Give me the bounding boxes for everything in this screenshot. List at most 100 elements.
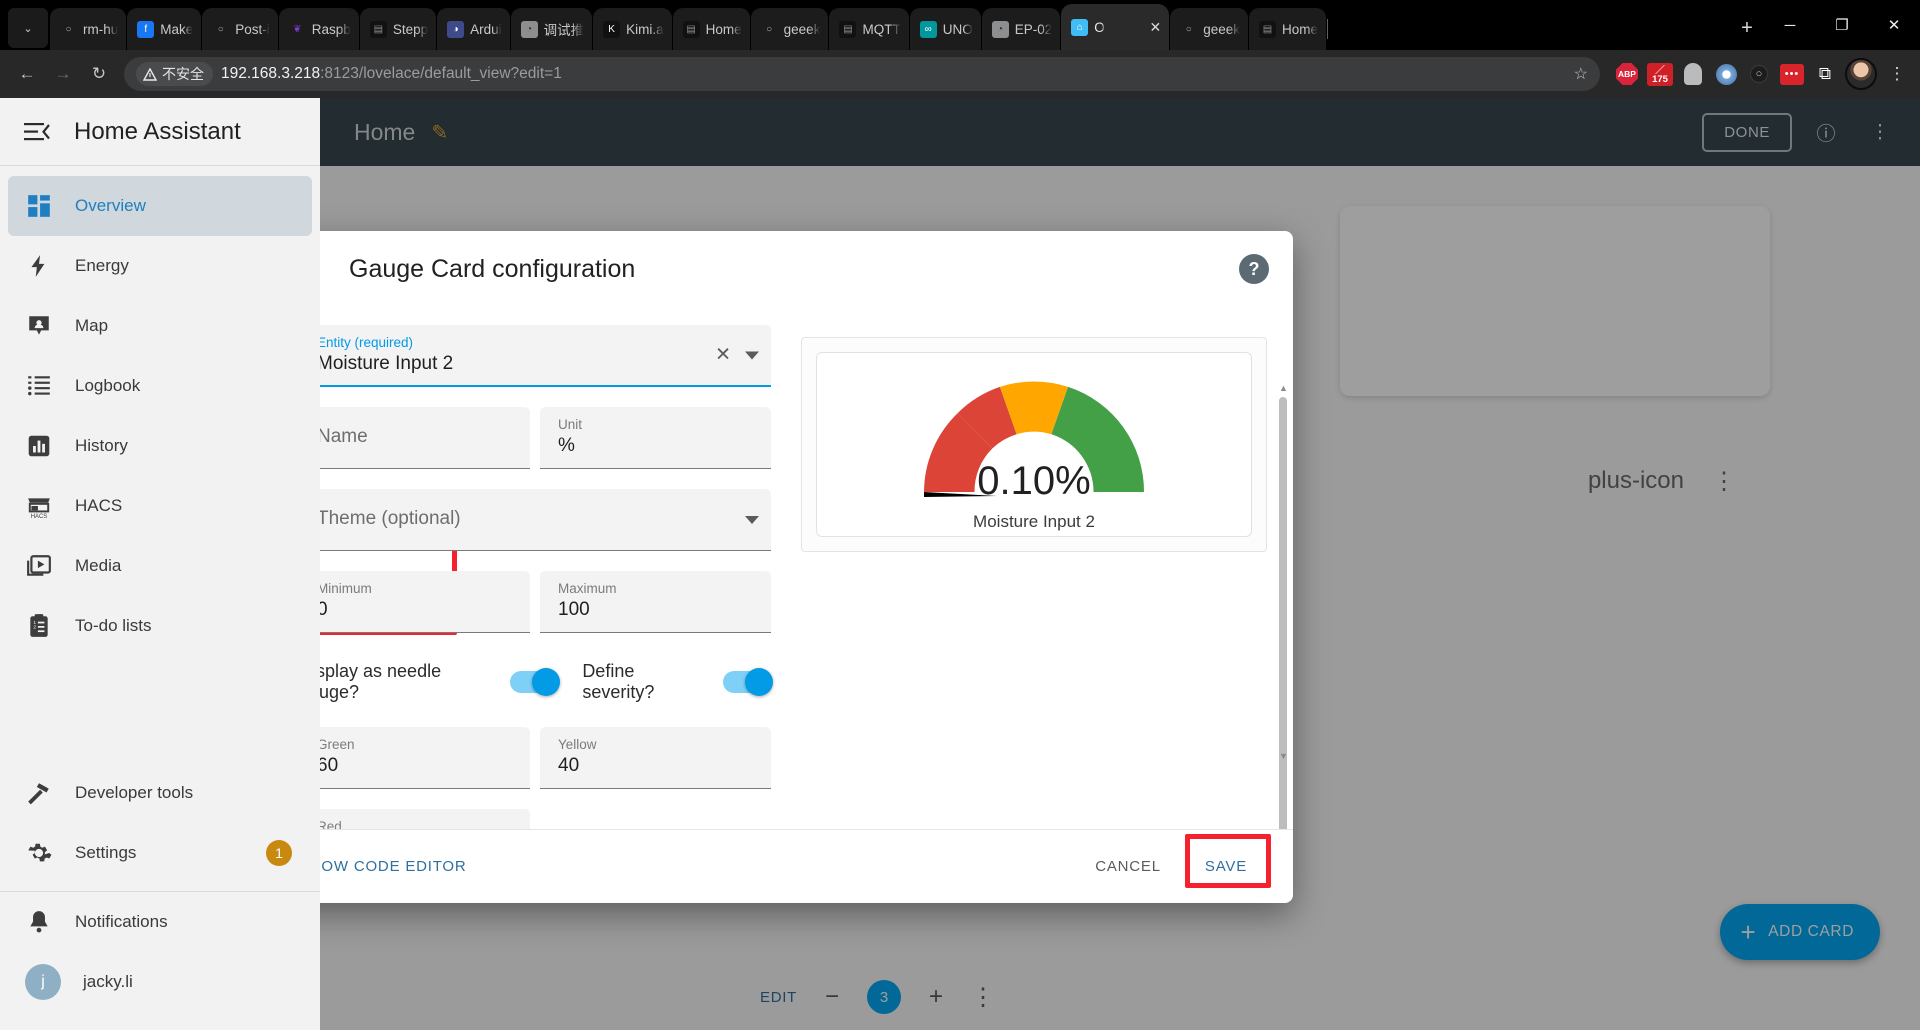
entity-field-label: Entity (required) (317, 335, 414, 350)
maximize-button[interactable]: ❐ (1816, 0, 1868, 50)
browser-tab-9[interactable]: ○ geeek (750, 8, 831, 50)
forward-button[interactable]: → (46, 57, 80, 91)
password-extension-icon[interactable]: ••• (1779, 61, 1805, 87)
sidebar-item-map[interactable]: Map (8, 296, 312, 356)
profile-avatar[interactable] (1845, 58, 1877, 90)
minimize-button[interactable]: ─ (1764, 0, 1816, 50)
sidebar-item-developer-tools[interactable]: Developer tools (8, 763, 312, 823)
browser-tab-0[interactable]: ○ rm-hu (50, 8, 129, 50)
view-dashboard-icon (25, 192, 53, 220)
browser-menu-icon[interactable]: ⋮ (1884, 64, 1910, 84)
clipboard-list-icon: 12 (25, 612, 53, 640)
reload-button[interactable]: ↻ (82, 57, 116, 91)
needle-gauge-toggle[interactable] (510, 668, 561, 696)
browser-tab-14[interactable]: ○ geeek (1170, 8, 1250, 50)
dialog-footer-actions: CANCEL SAVE (1085, 834, 1271, 888)
define-severity-toggle[interactable] (723, 668, 773, 696)
sidebar-item-label: To-do lists (75, 616, 152, 635)
yellow-field-label: Yellow (558, 737, 597, 752)
theme-field-placeholder: Theme (optional) (317, 508, 461, 529)
cancel-button[interactable]: CANCEL (1085, 850, 1171, 883)
maximum-field[interactable]: Maximum 100 (540, 571, 771, 633)
sidebar-item-notifications[interactable]: Notifications (8, 892, 312, 952)
maximum-field-value: 100 (558, 599, 590, 620)
browser-tab-11[interactable]: ∞ UNO (909, 8, 983, 50)
sidebar-item-user[interactable]: j jacky.li (8, 952, 312, 1012)
hacs-store-icon: HACS (28, 498, 50, 519)
sidebar-item-settings[interactable]: Settings 1 (8, 823, 312, 883)
new-tab-button[interactable]: + (1730, 11, 1764, 45)
sidebar-items: Overview Energy Map Logbook History HACS HACS M… (0, 166, 320, 656)
tab-label: Ardui (470, 21, 502, 37)
browser-tab-3[interactable]: ❦ Raspb (278, 8, 361, 50)
browser-tab-8[interactable]: ▤ Home (672, 8, 752, 50)
tab-search-button[interactable]: ⌄ (8, 8, 48, 48)
browser-tab-13[interactable]: ⌂ O ✕ (1061, 4, 1170, 50)
unit-field[interactable]: Unit % (540, 407, 771, 469)
browser-tab-4[interactable]: ▤ Stepp (359, 8, 439, 50)
sidebar-title: Home Assistant (74, 117, 241, 145)
opera-shape (1715, 63, 1737, 85)
scroll-down-arrow[interactable]: ▼ (1279, 751, 1288, 761)
green-field[interactable]: Green 60 (299, 727, 530, 789)
theme-field[interactable]: Theme (optional) (299, 489, 771, 551)
browser-tab-10[interactable]: ▤ MQTT (829, 8, 911, 50)
chevron-down-icon[interactable] (745, 515, 759, 524)
sidebar-item-history[interactable]: History (8, 416, 312, 476)
tab-close-icon[interactable]: ✕ (1144, 19, 1162, 36)
extensions-puzzle-icon[interactable]: ⧉ (1812, 61, 1838, 87)
clear-icon[interactable]: ✕ (715, 344, 731, 367)
sidebar-item-energy[interactable]: Energy (8, 236, 312, 296)
sidebar-item-overview[interactable]: Overview (8, 176, 312, 236)
close-window-button[interactable]: ✕ (1868, 0, 1920, 50)
lightning-bolt-icon (25, 252, 53, 280)
sidebar: Home Assistant Overview Energy Map Logbook H… (0, 98, 320, 1030)
dialog-scrollbar[interactable]: ▲ ▼ (1279, 383, 1288, 829)
mail-extension-icon[interactable]: 175 (1647, 61, 1673, 87)
mail-count-badge: 175 (1647, 62, 1673, 86)
sidebar-footer: Notifications (0, 892, 320, 952)
unit-field-label: Unit (558, 417, 583, 432)
yellow-field-value: 40 (558, 755, 580, 776)
address-bar[interactable]: 不安全 192.168.3.218:8123/lovelace/default_… (124, 57, 1600, 91)
back-button[interactable]: ← (10, 57, 44, 91)
browser-tab-6[interactable]: ◔ 调试推 (510, 8, 594, 50)
site-security-badge[interactable]: 不安全 (136, 62, 213, 86)
sidebar-collapse-button[interactable] (14, 109, 60, 155)
browser-tab-1[interactable]: f Make (127, 8, 204, 50)
github-extension-icon[interactable]: ○ (1746, 61, 1772, 87)
browser-tab-12[interactable]: ◔ EP-02 (981, 8, 1062, 50)
bulb-extension-icon[interactable] (1680, 61, 1706, 87)
entity-field-actions: ✕ (715, 344, 759, 367)
show-code-editor-button[interactable]: SHOW CODE EDITOR (299, 858, 467, 875)
entity-field[interactable]: Entity (required) Moisture Input 2 ✕ (299, 325, 771, 387)
bell-icon (25, 908, 53, 936)
browser-tab-7[interactable]: K Kimi.a (593, 8, 674, 50)
sidebar-item-label: Energy (75, 256, 129, 275)
browser-tab-2[interactable]: ○ Post-i (202, 8, 280, 50)
save-button[interactable]: SAVE (1193, 850, 1259, 883)
sidebar-item-media[interactable]: Media (8, 536, 312, 596)
browser-tab-15[interactable]: ▤ Home (1249, 8, 1329, 50)
help-icon[interactable]: ? (1239, 254, 1269, 284)
bookmark-star-icon[interactable]: ☆ (1564, 64, 1588, 84)
theme-field-actions (745, 515, 759, 524)
scrollbar-thumb[interactable] (1279, 397, 1287, 829)
arrow-right-icon: → (54, 64, 72, 83)
yellow-field[interactable]: Yellow 40 (540, 727, 771, 789)
sidebar-item-to-do-lists[interactable]: 1 2 To-do lists (8, 596, 312, 656)
chevron-down-icon[interactable] (745, 351, 759, 359)
github-icon: ○ (60, 20, 77, 38)
opera-extension-icon[interactable] (1713, 61, 1739, 87)
sidebar-item-logbook[interactable]: Logbook (8, 356, 312, 416)
url-path: :8123/lovelace/default_view?edit=1 (320, 65, 562, 82)
name-field[interactable]: Name (299, 407, 530, 469)
browser-tab-5[interactable]: ◑ Ardui (437, 8, 512, 50)
adblock-plus-extension-icon[interactable]: ABP (1614, 61, 1640, 87)
scroll-up-arrow[interactable]: ▲ (1279, 383, 1288, 393)
sidebar-item-hacs[interactable]: HACS HACS (8, 476, 312, 536)
window-controls: ─ ❐ ✕ (1764, 0, 1920, 50)
minimum-field[interactable]: Minimum 0 (299, 571, 530, 633)
red-field[interactable]: Red (299, 809, 530, 829)
cog-icon (25, 839, 53, 867)
